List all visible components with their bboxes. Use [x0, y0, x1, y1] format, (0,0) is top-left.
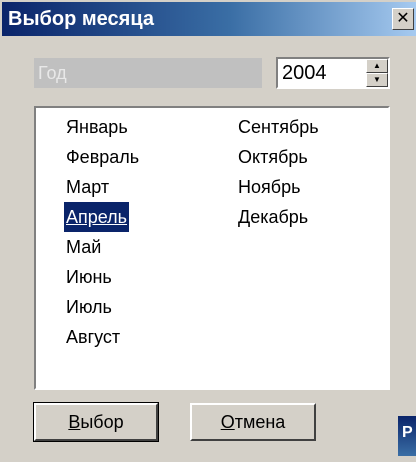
month-item[interactable]: Февраль: [64, 142, 141, 172]
cancel-button[interactable]: Отмена: [190, 403, 316, 441]
month-item[interactable]: Ноябрь: [236, 172, 321, 202]
select-hotkey: В: [68, 412, 81, 432]
month-item[interactable]: Август: [64, 322, 141, 352]
year-spinner[interactable]: 2004 ▲ ▼: [276, 57, 390, 89]
cancel-hotkey: О: [220, 412, 235, 432]
month-item[interactable]: Декабрь: [236, 202, 321, 232]
year-input[interactable]: 2004: [282, 59, 327, 87]
background-window-fragment: Р: [398, 416, 416, 456]
spin-buttons: ▲ ▼: [366, 59, 388, 87]
title-bar[interactable]: Выбор месяца ✕: [2, 2, 416, 36]
month-item[interactable]: Май: [64, 232, 141, 262]
window-title: Выбор месяца: [8, 8, 154, 30]
cancel-label: тмена: [234, 412, 286, 432]
month-column-1: Январь Февраль Март Апрель Май Июнь Июль Август: [64, 112, 141, 352]
month-item[interactable]: Сентябрь: [236, 112, 321, 142]
month-item[interactable]: Октябрь: [236, 142, 321, 172]
month-item[interactable]: Июль: [64, 292, 141, 322]
spin-up-icon[interactable]: ▲: [366, 59, 388, 73]
month-item[interactable]: Январь: [64, 112, 141, 142]
select-button[interactable]: Выбор: [33, 402, 159, 442]
month-item[interactable]: Апрель: [64, 202, 130, 232]
spin-down-icon[interactable]: ▼: [366, 73, 388, 87]
month-picker-dialog: Выбор месяца ✕ Год 2004 ▲ ▼ Январь Феврал…: [0, 0, 416, 462]
month-list[interactable]: Январь Февраль Март Апрель Май Июнь Июль Август…: [34, 106, 390, 390]
month-item[interactable]: Март: [64, 172, 141, 202]
close-icon[interactable]: ✕: [392, 8, 414, 30]
select-label: ыбор: [80, 412, 124, 432]
year-label: Год: [34, 58, 262, 88]
month-column-2: Сентябрь Октябрь Ноябрь Декабрь: [236, 112, 321, 232]
month-item[interactable]: Июнь: [64, 262, 141, 292]
